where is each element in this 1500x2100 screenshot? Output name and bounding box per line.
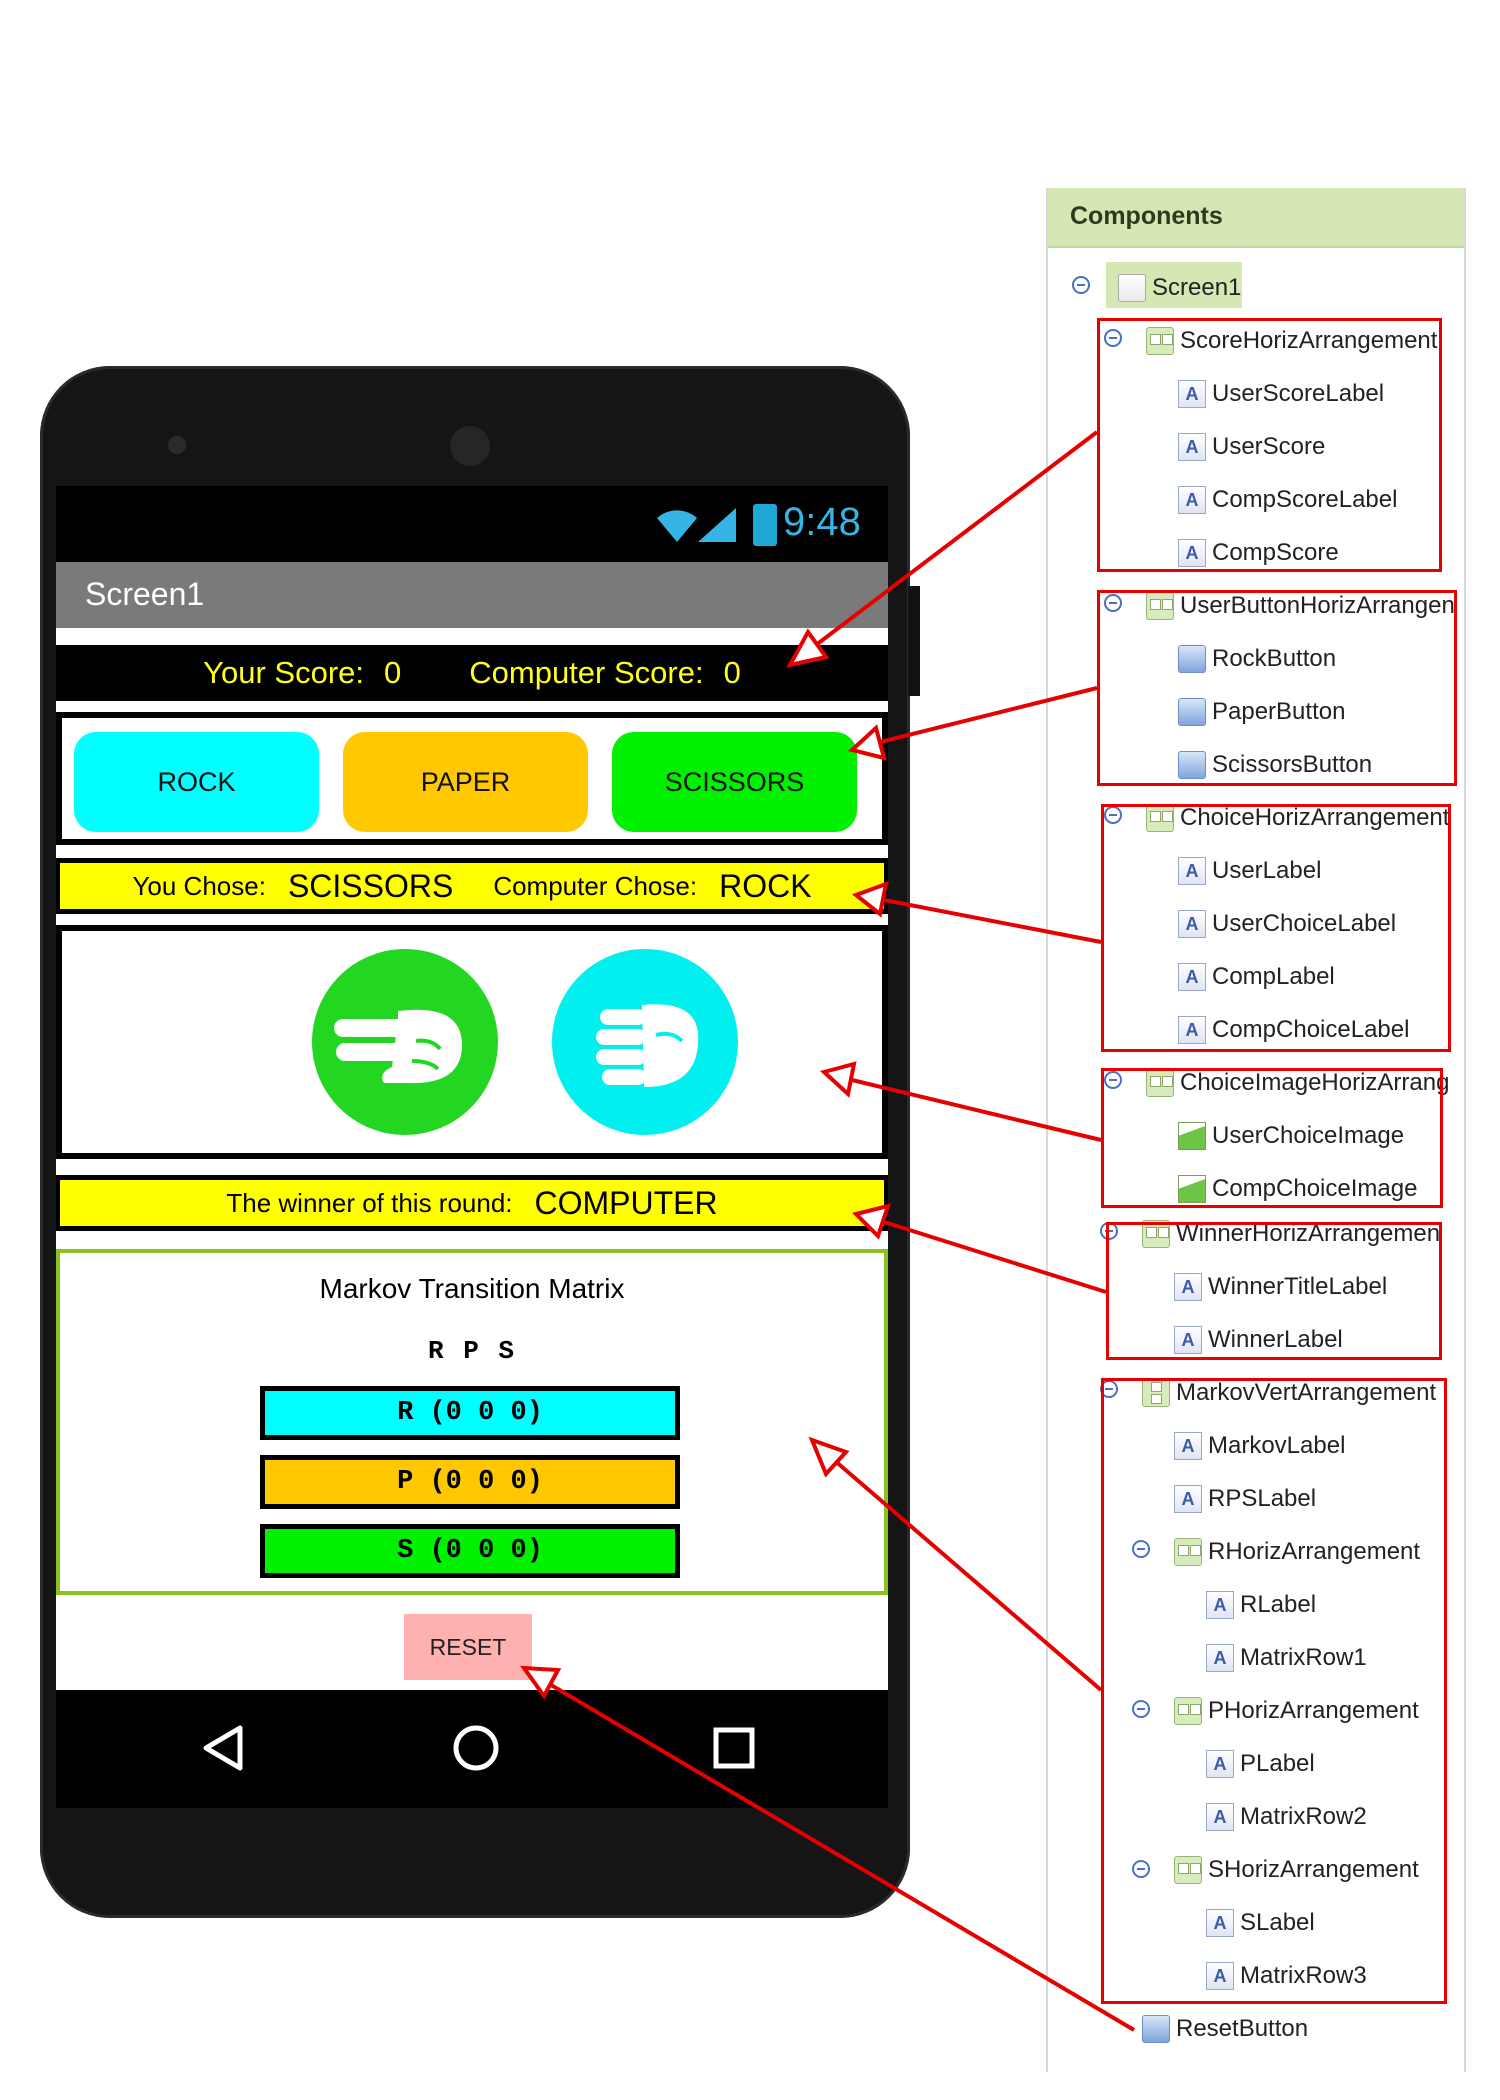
screen-icon (1118, 274, 1146, 302)
tree-item-label: ResetButton (1176, 2015, 1309, 2042)
user-choice-image (312, 949, 498, 1135)
matrix-row-2: P (0 0 0) (260, 1455, 680, 1509)
comp-choice-value: ROCK (719, 867, 812, 904)
user-score-label: Your Score: (203, 655, 364, 690)
earpiece-speaker (450, 426, 490, 466)
signal-icon (698, 508, 736, 542)
choice-row: You Chose: SCISSORS Computer Chose: ROCK (56, 858, 888, 914)
home-icon[interactable] (446, 1718, 506, 1778)
wifi-icon (657, 510, 697, 542)
navigation-bar (56, 1690, 888, 1808)
comp-score: 0 (723, 655, 741, 690)
components-title: Components (1070, 202, 1223, 230)
user-button-row: ROCK PAPER SCISSORS (56, 712, 888, 845)
annotation-box-buttons (1097, 590, 1457, 786)
comp-choice-image (552, 949, 738, 1135)
battery-icon (753, 504, 777, 546)
annotation-box-score (1097, 318, 1442, 572)
comp-choice-caption: Computer Chose: (493, 870, 698, 901)
app-title-bar: Screen1 (56, 562, 888, 628)
user-choice-value: SCISSORS (287, 867, 454, 904)
reset-button[interactable]: RESET (404, 1614, 532, 1680)
side-button (908, 586, 920, 696)
rps-label: R P S (427, 1336, 516, 1366)
components-header: Components (1048, 188, 1464, 248)
app-content: Your Score: 0 Computer Score: 0 ROCK PAP… (56, 628, 888, 1690)
front-camera (168, 436, 186, 454)
markov-arrangement: Markov Transition Matrix R P S R (0 0 0)… (56, 1249, 888, 1595)
user-choice-caption: You Chose: (132, 870, 266, 901)
status-time: 9:48 (783, 500, 861, 544)
screen-title: Screen1 (85, 576, 205, 612)
rock-button[interactable]: ROCK (74, 732, 319, 832)
phone-screen: 9:48 Screen1 Your Score: 0 Computer Scor… (56, 486, 888, 1808)
winner-label: COMPUTER (534, 1184, 718, 1221)
annotation-box-choice (1101, 804, 1451, 1052)
tree-item-label: Screen1 (1152, 274, 1242, 301)
phone-frame: 9:48 Screen1 Your Score: 0 Computer Scor… (40, 366, 920, 1918)
button-icon (1142, 2015, 1170, 2043)
back-icon[interactable] (196, 1718, 248, 1778)
scissors-hand-icon (334, 1009, 462, 1084)
choice-image-row (56, 925, 888, 1159)
comp-score-label: Computer Score: (469, 655, 704, 690)
tree-item-reset-button[interactable]: ResetButton (1142, 2009, 1308, 2049)
tree-item-screen1[interactable]: Screen1 (1118, 268, 1241, 308)
scissors-button[interactable]: SCISSORS (612, 732, 857, 832)
recents-icon[interactable] (704, 1718, 764, 1778)
winner-row: The winner of this round: COMPUTER (56, 1175, 888, 1231)
user-score: 0 (384, 655, 402, 690)
score-row: Your Score: 0 Computer Score: 0 (56, 645, 888, 701)
annotation-box-choice-image (1101, 1068, 1443, 1208)
annotation-box-markov (1101, 1378, 1447, 2004)
status-bar: 9:48 (56, 486, 888, 562)
collapse-toggle-icon[interactable] (1072, 276, 1090, 294)
annotation-box-winner (1106, 1222, 1442, 1360)
paper-button[interactable]: PAPER (343, 732, 588, 832)
matrix-row-1: R (0 0 0) (260, 1386, 680, 1440)
markov-label: Markov Transition Matrix (319, 1273, 625, 1304)
rock-fist-icon (596, 1004, 699, 1087)
winner-title-label: The winner of this round: (226, 1187, 513, 1218)
matrix-row-3: S (0 0 0) (260, 1524, 680, 1578)
